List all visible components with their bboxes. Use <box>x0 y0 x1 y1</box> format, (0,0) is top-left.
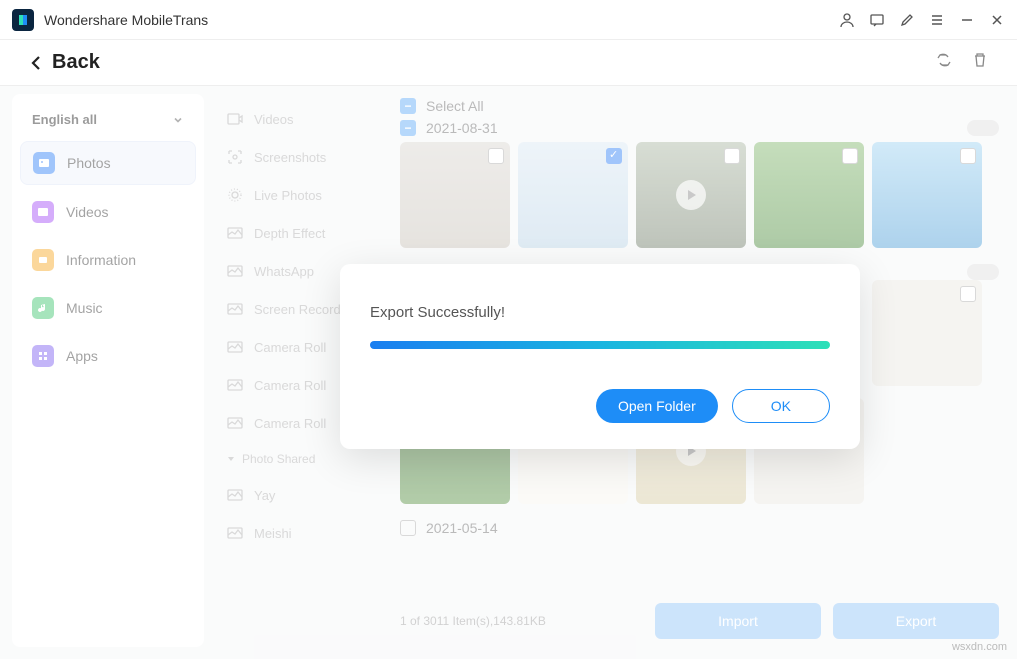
thumbnail[interactable] <box>872 142 982 248</box>
chevron-left-icon <box>28 54 46 72</box>
thumb-checkbox[interactable] <box>960 286 976 302</box>
language-label: English all <box>32 112 97 127</box>
feedback-icon[interactable] <box>869 12 885 28</box>
photos-icon <box>33 152 55 174</box>
thumbnail-row <box>400 142 999 248</box>
music-icon <box>32 297 54 319</box>
sidebar-item-information[interactable]: Information <box>20 239 196 281</box>
thumbnail[interactable] <box>872 280 982 386</box>
date-row: − 2021-08-31 <box>400 116 999 142</box>
ok-button[interactable]: OK <box>732 389 830 423</box>
footer-info: 1 of 3011 Item(s),143.81KB <box>400 614 546 628</box>
grid-header: − Select All <box>400 96 999 116</box>
account-icon[interactable] <box>839 12 855 28</box>
thumbnail[interactable] <box>636 142 746 248</box>
videos-icon <box>32 201 54 223</box>
folder-item-livephotos[interactable]: Live Photos <box>220 176 390 214</box>
title-icons <box>839 12 1005 28</box>
select-all-label: Select All <box>426 98 484 114</box>
app-logo <box>12 9 34 31</box>
modal-buttons: Open Folder OK <box>370 389 830 423</box>
folder-item-videos[interactable]: Videos <box>220 100 390 138</box>
sidebar-item-music[interactable]: Music <box>20 287 196 329</box>
sidebar-item-videos[interactable]: Videos <box>20 191 196 233</box>
refresh-icon[interactable] <box>935 51 953 74</box>
thumb-checkbox[interactable] <box>724 148 740 164</box>
watermark: wsxdn.com <box>952 641 1007 653</box>
sidebar-item-photos[interactable]: Photos <box>20 141 196 185</box>
date-label: 2021-08-31 <box>426 120 498 136</box>
thumb-checkbox[interactable] <box>488 148 504 164</box>
thumbnail[interactable] <box>400 142 510 248</box>
thumbnail[interactable] <box>518 142 628 248</box>
titlebar: Wondershare MobileTrans <box>0 0 1017 40</box>
trash-icon[interactable] <box>971 51 989 74</box>
select-all-checkbox[interactable]: − <box>400 98 416 114</box>
thumb-checkbox[interactable] <box>960 148 976 164</box>
menu-icon[interactable] <box>929 12 945 28</box>
thumb-checkbox[interactable] <box>842 148 858 164</box>
sidebar-item-label: Photos <box>67 155 111 171</box>
sidebar-item-label: Apps <box>66 348 98 364</box>
date-checkbox[interactable] <box>400 520 416 536</box>
chevron-down-icon <box>172 114 184 126</box>
minimize-icon[interactable] <box>959 12 975 28</box>
backbar: Back <box>0 40 1017 86</box>
date-label: 2021-05-14 <box>426 520 498 536</box>
sidebar-item-label: Music <box>66 300 103 316</box>
sidebar: English all Photos Videos Information Mu… <box>12 94 204 647</box>
close-icon[interactable] <box>989 12 1005 28</box>
count-badge <box>967 120 999 136</box>
footer: 1 of 3011 Item(s),143.81KB Import Export <box>400 595 999 647</box>
sidebar-item-apps[interactable]: Apps <box>20 335 196 377</box>
back-button[interactable]: Back <box>28 51 100 74</box>
folder-item-deptheffect[interactable]: Depth Effect <box>220 214 390 252</box>
count-badge <box>967 264 999 280</box>
folder-item-yay[interactable]: Yay <box>220 476 390 514</box>
date-checkbox[interactable]: − <box>400 120 416 136</box>
export-button[interactable]: Export <box>833 603 999 639</box>
progress-bar <box>370 341 830 349</box>
thumb-checkbox[interactable] <box>606 148 622 164</box>
sidebar-item-label: Information <box>66 252 136 268</box>
open-folder-button[interactable]: Open Folder <box>596 389 718 423</box>
information-icon <box>32 249 54 271</box>
language-select[interactable]: English all <box>20 104 196 135</box>
edit-icon[interactable] <box>899 12 915 28</box>
apps-icon <box>32 345 54 367</box>
folder-item-meishi[interactable]: Meishi <box>220 514 390 552</box>
modal-title: Export Successfully! <box>370 304 830 321</box>
date-row: 2021-05-14 <box>400 516 999 542</box>
sidebar-item-label: Videos <box>66 204 109 220</box>
import-button[interactable]: Import <box>655 603 821 639</box>
thumbnail[interactable] <box>754 142 864 248</box>
back-icons <box>935 51 989 74</box>
export-success-modal: Export Successfully! Open Folder OK <box>340 264 860 449</box>
triangle-down-icon <box>226 454 236 464</box>
back-label: Back <box>52 51 100 74</box>
play-icon <box>676 180 706 210</box>
app-title: Wondershare MobileTrans <box>44 12 208 28</box>
folder-item-screenshots[interactable]: Screenshots <box>220 138 390 176</box>
